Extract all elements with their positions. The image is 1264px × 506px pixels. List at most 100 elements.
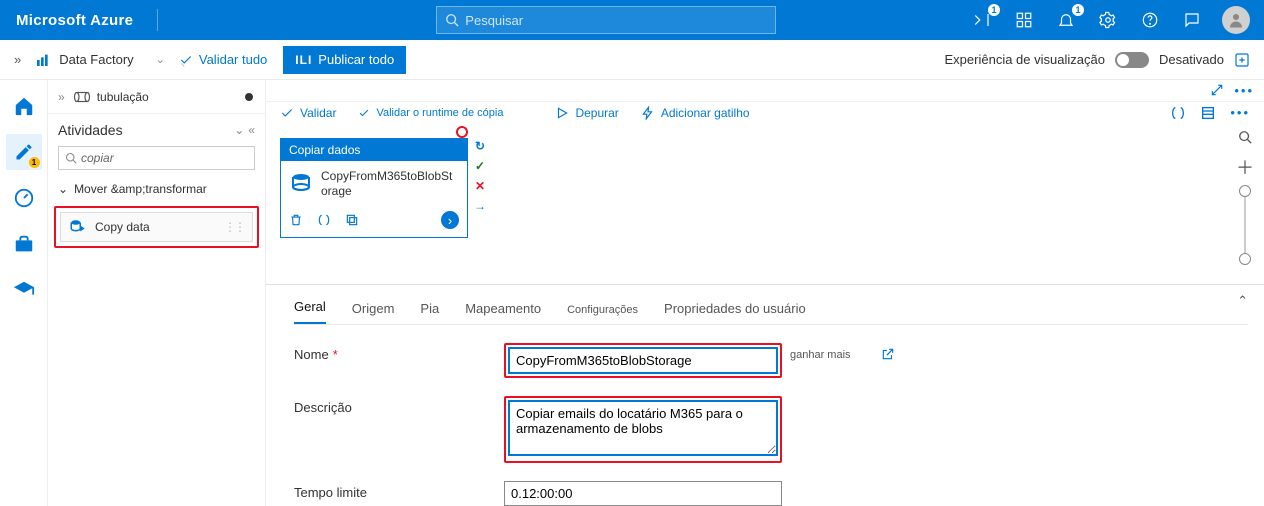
- pipeline-icon: [73, 91, 91, 103]
- description-input[interactable]: [508, 400, 778, 456]
- validate-all-button[interactable]: Validar tudo: [179, 52, 267, 67]
- tab-sink[interactable]: Pia: [420, 301, 439, 324]
- code-view-icon[interactable]: [1170, 105, 1186, 121]
- node-port-fail[interactable]: ✕: [472, 178, 488, 194]
- chevron-down-icon: ⌄: [156, 53, 165, 66]
- activities-panel: » tubulação Atividades ⌄ « copiar ⌄ Move…: [48, 80, 266, 506]
- preview-experience-label: Experiência de visualização: [945, 52, 1105, 67]
- factory-icon: [35, 52, 51, 68]
- left-rail: 1: [0, 80, 48, 506]
- check-icon: [358, 107, 370, 119]
- database-icon: [289, 172, 313, 196]
- name-label: Nome: [294, 347, 329, 362]
- home-icon: [13, 95, 35, 117]
- search-icon: [445, 13, 459, 27]
- activity-copy-data[interactable]: Copy data ⋮⋮: [60, 212, 253, 242]
- gauge-icon: [13, 187, 35, 209]
- validate-copy-runtime-button[interactable]: Validar o runtime de cópia: [358, 107, 503, 119]
- timeout-input[interactable]: [504, 481, 782, 506]
- node-code-icon[interactable]: [317, 213, 331, 227]
- properties-pane: Geral Origem Pia Mapeamento Configuraçõe…: [266, 284, 1264, 506]
- activity-group-move-transform[interactable]: ⌄ Mover &amp;transformar: [48, 176, 265, 202]
- rail-author[interactable]: 1: [6, 134, 42, 170]
- adf-command-bar: » Data Factory ⌄ Validar tudo ILI Public…: [0, 40, 1264, 80]
- rail-home[interactable]: [6, 88, 42, 124]
- open-external-icon[interactable]: [881, 347, 895, 361]
- canvas-search-icon[interactable]: [1238, 130, 1252, 144]
- properties-icon[interactable]: [1200, 105, 1216, 121]
- expand-rail-icon[interactable]: »: [14, 52, 21, 67]
- node-breakpoint-indicator: [456, 126, 468, 138]
- rail-manage[interactable]: [6, 226, 42, 262]
- rail-learn[interactable]: [6, 272, 42, 308]
- zoom-slider[interactable]: [1244, 190, 1246, 260]
- expand-canvas-icon[interactable]: [1210, 83, 1224, 97]
- person-icon: [1227, 11, 1245, 29]
- node-port-retry[interactable]: ↻: [472, 138, 488, 154]
- node-run-icon[interactable]: ›: [441, 211, 459, 229]
- feedback-icon[interactable]: [1180, 8, 1204, 32]
- delete-node-icon[interactable]: [289, 213, 303, 227]
- more-icon[interactable]: •••: [1234, 83, 1254, 98]
- trigger-icon: [641, 106, 655, 120]
- account-avatar[interactable]: [1222, 6, 1250, 34]
- rail-monitor[interactable]: [6, 180, 42, 216]
- expand-tree-icon[interactable]: »: [58, 90, 65, 104]
- settings-icon[interactable]: [1096, 8, 1120, 32]
- feedback-link-icon[interactable]: [1234, 52, 1250, 68]
- toolbox-icon: [13, 233, 35, 255]
- node-port-success[interactable]: ✓: [472, 158, 488, 174]
- collapse-panel-icon[interactable]: «: [248, 123, 255, 137]
- notifications-icon[interactable]: 1: [1054, 8, 1078, 32]
- highlight-copy-data: Copy data ⋮⋮: [54, 206, 259, 248]
- check-icon: [280, 106, 294, 120]
- tab-settings[interactable]: Configurações: [567, 304, 638, 324]
- add-trigger-button[interactable]: Adicionar gatilho: [641, 106, 750, 120]
- tab-user-properties[interactable]: Propriedades do usuário: [664, 301, 806, 324]
- copy-data-icon: [69, 218, 87, 236]
- debug-button[interactable]: Depurar: [555, 106, 618, 120]
- copy-activity-node[interactable]: Copiar dados CopyFromM365toBlobStorage ›: [280, 138, 468, 238]
- collapse-props-icon[interactable]: ⌃: [1237, 293, 1248, 309]
- search-placeholder: Pesquisar: [465, 13, 523, 28]
- name-input[interactable]: [508, 347, 778, 374]
- check-icon: [179, 53, 193, 67]
- cloud-shell-badge: 1: [988, 4, 1000, 16]
- unsaved-indicator: [245, 93, 253, 101]
- pipeline-toolbar: Validar Validar o runtime de cópia Depur…: [266, 102, 1264, 124]
- description-label: Descrição: [294, 396, 504, 415]
- zoom-in-icon[interactable]: ＋: [1236, 154, 1254, 180]
- clone-node-icon[interactable]: [345, 213, 359, 227]
- azure-top-bar: Microsoft Azure Pesquisar 1 1: [0, 0, 1264, 40]
- preview-toggle[interactable]: [1115, 52, 1149, 68]
- tab-general[interactable]: Geral: [294, 299, 326, 324]
- directories-icon[interactable]: [1012, 8, 1036, 32]
- chevron-down-icon: ⌄: [58, 182, 68, 196]
- pipeline-canvas[interactable]: Copiar dados CopyFromM365toBlobStorage ›…: [266, 124, 1264, 284]
- preview-state-label: Desativado: [1159, 52, 1224, 67]
- tab-source[interactable]: Origem: [352, 301, 395, 324]
- azure-logo[interactable]: Microsoft Azure: [0, 12, 149, 29]
- cloud-shell-icon[interactable]: 1: [970, 8, 994, 32]
- activities-search[interactable]: copiar: [58, 146, 255, 170]
- node-port-skip[interactable]: →: [472, 198, 488, 214]
- tab-mapping[interactable]: Mapeamento: [465, 301, 541, 324]
- pipeline-tab[interactable]: » tubulação: [48, 80, 265, 114]
- play-icon: [555, 106, 569, 120]
- breadcrumb[interactable]: Data Factory ⌄: [35, 52, 179, 68]
- node-type-label: Copiar dados: [281, 139, 467, 161]
- notifications-badge: 1: [1072, 4, 1084, 16]
- global-search[interactable]: Pesquisar: [436, 6, 776, 34]
- validate-button[interactable]: Validar: [280, 106, 336, 120]
- author-badge: 1: [29, 157, 40, 168]
- node-name-label: CopyFromM365toBlobStorage: [321, 169, 459, 199]
- search-icon: [65, 152, 77, 164]
- drag-grip-icon: ⋮⋮: [224, 220, 244, 234]
- publish-all-button[interactable]: ILI Publicar todo: [283, 46, 406, 74]
- expand-all-icon[interactable]: ⌄: [234, 123, 244, 137]
- help-icon[interactable]: [1138, 8, 1162, 32]
- learn-more-link[interactable]: ganhar mais: [790, 349, 851, 361]
- more-actions-icon[interactable]: •••: [1230, 105, 1250, 121]
- timeout-label: Tempo limite: [294, 481, 504, 500]
- graduation-icon: [13, 279, 35, 301]
